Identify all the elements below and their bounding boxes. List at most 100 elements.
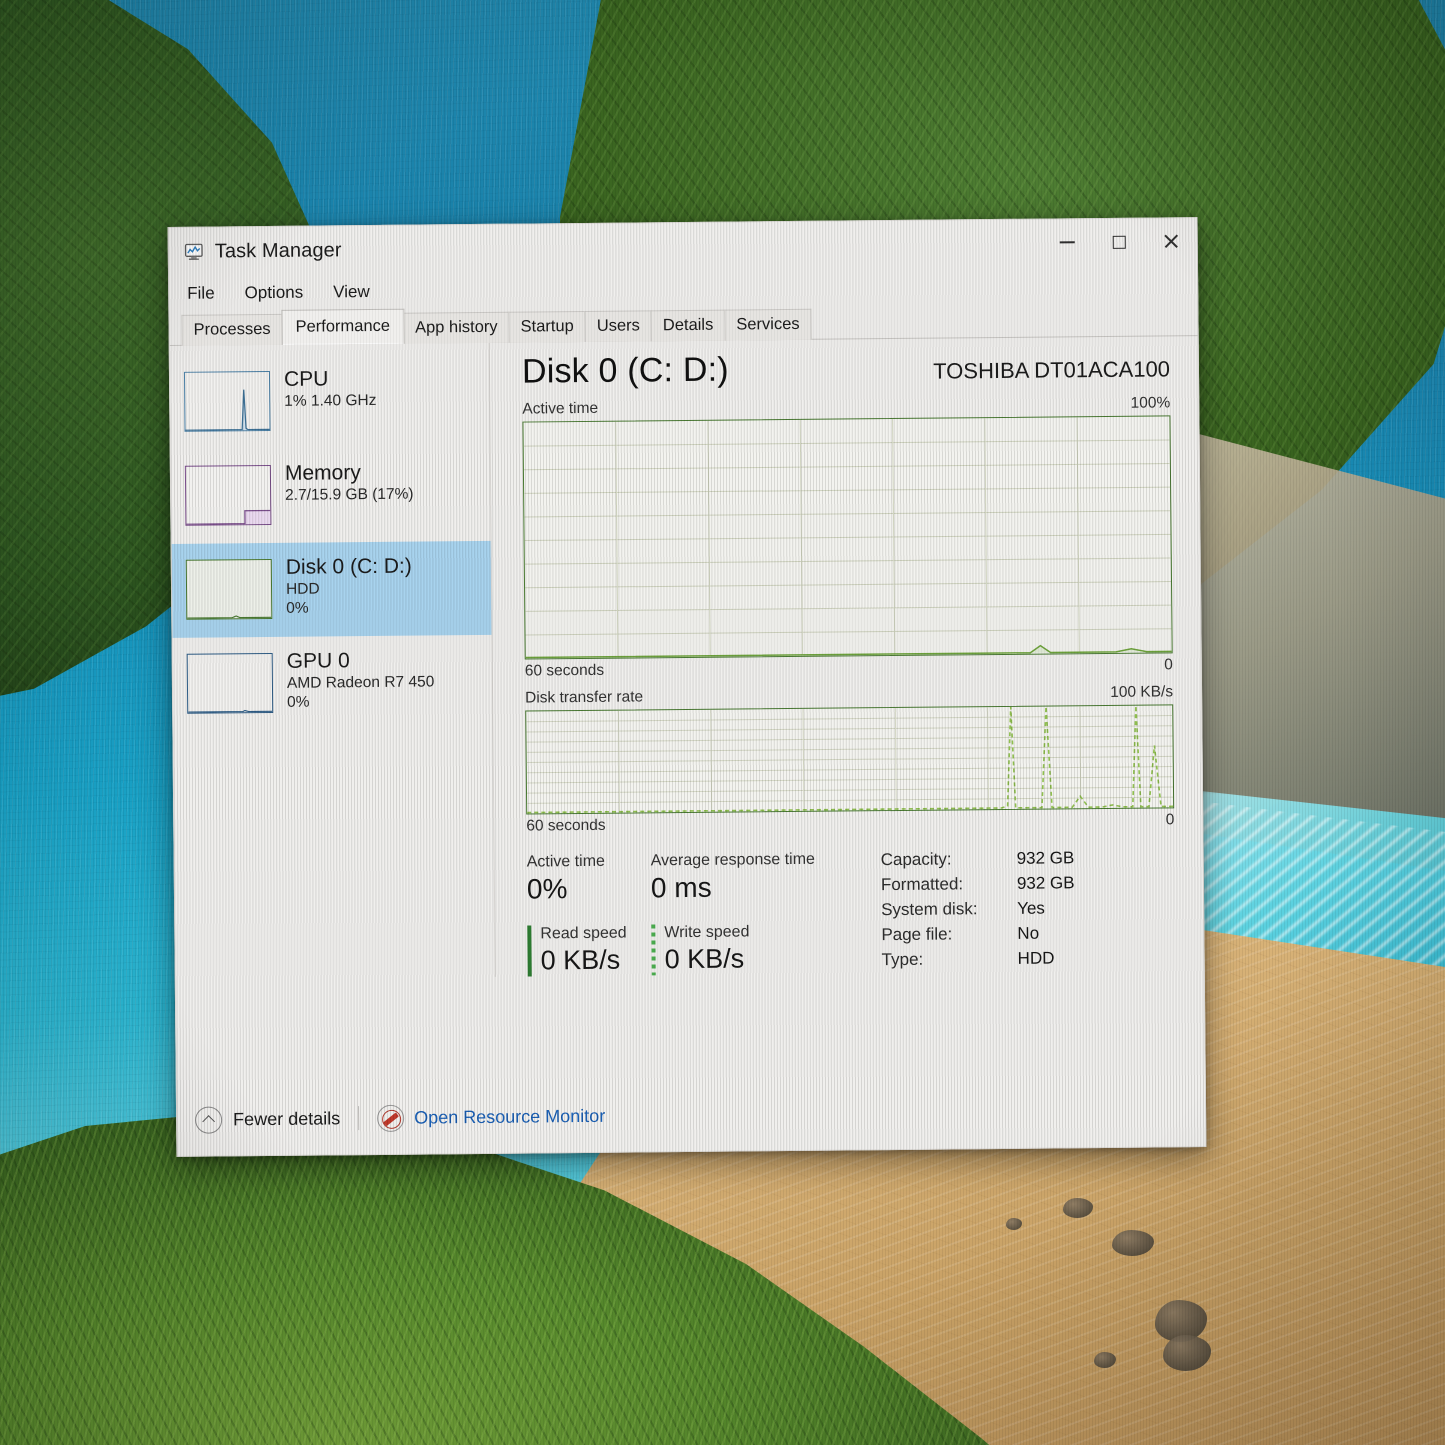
sidebar-item-gpu-0[interactable]: GPU 0 AMD Radeon R7 450 0% bbox=[173, 635, 494, 732]
transfer-rate-chart bbox=[525, 704, 1175, 815]
stat-response-time: Average response time 0 ms Write speed 0… bbox=[650, 850, 854, 976]
stat-response-time-label: Average response time bbox=[650, 850, 815, 870]
chevron-up-icon bbox=[195, 1105, 223, 1134]
read-speed-text: Read speed 0 KB/s bbox=[540, 925, 627, 977]
window-title: Task Manager bbox=[214, 238, 342, 263]
cpu-text-block: CPU 1% 1.40 GHz bbox=[284, 364, 377, 411]
window-footer: Fewer details Open Resource Monitor bbox=[176, 1074, 1206, 1156]
gpu-subtitle: AMD Radeon R7 450 bbox=[286, 673, 435, 692]
fewer-details-button[interactable]: Fewer details bbox=[195, 1105, 340, 1134]
prop-system-disk-key: System disk: bbox=[881, 899, 978, 920]
read-speed-item: Read speed 0 KB/s bbox=[527, 925, 627, 977]
read-speed-row: Read speed 0 KB/s bbox=[527, 925, 651, 977]
prop-system-disk-value: Yes bbox=[1017, 898, 1045, 918]
active-time-max: 100% bbox=[1130, 394, 1171, 412]
prop-capacity-key: Capacity: bbox=[880, 849, 952, 870]
performance-body: CPU 1% 1.40 GHz Memory 2.7/15.9 GB (17%)… bbox=[169, 336, 1204, 980]
write-speed-label: Write speed bbox=[664, 923, 750, 942]
stat-active-time-value: 0% bbox=[526, 873, 568, 905]
prop-formatted-key: Formatted: bbox=[880, 874, 964, 895]
disk-model-label: TOSHIBA DT01ACA100 bbox=[933, 356, 1171, 384]
active-time-chart bbox=[522, 415, 1173, 660]
transfer-rate-footer: 60 seconds 0 bbox=[526, 811, 1174, 835]
gpu-text-block: GPU 0 AMD Radeon R7 450 0% bbox=[287, 645, 435, 712]
disk-text-block: Disk 0 (C: D:) HDD 0% bbox=[286, 552, 413, 619]
write-speed-item: Write speed 0 KB/s bbox=[651, 924, 750, 976]
transfer-rate-max: 100 KB/s bbox=[1110, 683, 1174, 701]
active-time-footer: 60 seconds 0 bbox=[525, 656, 1173, 680]
footer-divider bbox=[358, 1106, 360, 1131]
write-speed-legend-bar bbox=[651, 924, 656, 976]
cpu-subtitle: 1% 1.40 GHz bbox=[284, 391, 377, 410]
minimize-button[interactable] bbox=[1041, 219, 1093, 265]
prop-page-file-key: Page file: bbox=[881, 924, 953, 945]
stat-active-time-label: Active time bbox=[526, 852, 606, 871]
transfer-rate-min: 0 bbox=[1165, 811, 1175, 829]
open-resource-monitor-label: Open Resource Monitor bbox=[414, 1105, 606, 1128]
memory-thumbnail-graph bbox=[184, 464, 272, 526]
gpu-usage: 0% bbox=[287, 693, 310, 711]
memory-text-block: Memory 2.7/15.9 GB (17%) bbox=[285, 458, 414, 506]
prop-type-value: HDD bbox=[1017, 948, 1055, 968]
tab-services[interactable]: Services bbox=[724, 308, 812, 341]
gpu-title: GPU 0 bbox=[286, 649, 350, 673]
write-speed-text: Write speed 0 KB/s bbox=[664, 924, 750, 976]
disk-thumbnail-graph bbox=[185, 558, 273, 620]
menu-view[interactable]: View bbox=[329, 280, 374, 304]
stat-active-time: Active time 0% Read speed 0 KB/s bbox=[526, 852, 652, 977]
disk-subtitle: HDD bbox=[285, 580, 320, 598]
tab-users[interactable]: Users bbox=[584, 310, 653, 342]
page-title: Disk 0 (C: D:) bbox=[521, 350, 729, 391]
tab-startup[interactable]: Startup bbox=[508, 310, 586, 343]
prop-formatted-value: 932 GB bbox=[1016, 873, 1075, 893]
disk-stats: Active time 0% Read speed 0 KB/s Average… bbox=[526, 847, 1176, 977]
read-speed-value: 0 KB/s bbox=[540, 944, 621, 976]
cpu-title: CPU bbox=[283, 367, 329, 391]
tab-details[interactable]: Details bbox=[650, 309, 726, 342]
maximize-button[interactable] bbox=[1093, 219, 1145, 265]
disk-title: Disk 0 (C: D:) bbox=[285, 554, 412, 579]
active-time-label: Active time bbox=[522, 399, 599, 418]
stat-response-time-value: 0 ms bbox=[650, 871, 712, 904]
read-speed-label: Read speed bbox=[540, 924, 627, 943]
desktop-background: Task Manager File Options View Processes bbox=[0, 0, 1445, 1445]
prop-capacity-value: 932 GB bbox=[1016, 848, 1075, 868]
close-button[interactable] bbox=[1145, 218, 1197, 264]
resource-sidebar: CPU 1% 1.40 GHz Memory 2.7/15.9 GB (17%)… bbox=[169, 342, 496, 980]
disk-detail-panel: Disk 0 (C: D:) TOSHIBA DT01ACA100 Active… bbox=[490, 336, 1204, 977]
disk-usage: 0% bbox=[286, 599, 309, 617]
menu-options[interactable]: Options bbox=[240, 281, 307, 306]
title-bar: Task Manager bbox=[168, 218, 1197, 276]
tab-app-history[interactable]: App history bbox=[402, 311, 510, 344]
prop-page-file-value: No bbox=[1017, 923, 1040, 943]
sidebar-item-memory[interactable]: Memory 2.7/15.9 GB (17%) bbox=[171, 447, 492, 544]
active-time-duration: 60 seconds bbox=[524, 661, 605, 680]
disk-properties: Capacity: 932 GB Formatted: 932 GB Syste… bbox=[881, 848, 1076, 973]
memory-subtitle: 2.7/15.9 GB (17%) bbox=[285, 485, 414, 504]
sidebar-item-cpu[interactable]: CPU 1% 1.40 GHz bbox=[170, 353, 491, 450]
maximize-icon bbox=[1112, 235, 1126, 249]
open-resource-monitor-link[interactable]: Open Resource Monitor bbox=[377, 1102, 606, 1132]
prop-type-key: Type: bbox=[881, 949, 924, 970]
close-icon bbox=[1163, 233, 1179, 249]
sidebar-item-disk-0[interactable]: Disk 0 (C: D:) HDD 0% bbox=[171, 540, 493, 638]
cpu-thumbnail-graph bbox=[183, 370, 271, 432]
task-manager-icon bbox=[184, 243, 203, 261]
transfer-rate-duration: 60 seconds bbox=[526, 816, 606, 835]
active-time-caption: Active time 100% bbox=[522, 394, 1170, 418]
transfer-rate-caption: Disk transfer rate 100 KB/s bbox=[525, 683, 1173, 707]
memory-title: Memory bbox=[284, 461, 361, 485]
menu-file[interactable]: File bbox=[183, 281, 219, 305]
resource-monitor-icon bbox=[377, 1104, 405, 1132]
tab-performance[interactable]: Performance bbox=[281, 308, 405, 345]
transfer-rate-label: Disk transfer rate bbox=[525, 688, 644, 707]
minimize-icon bbox=[1059, 241, 1075, 244]
tab-processes[interactable]: Processes bbox=[181, 313, 283, 346]
active-time-min: 0 bbox=[1164, 656, 1173, 674]
window-controls bbox=[1041, 218, 1197, 267]
write-speed-row: Write speed 0 KB/s bbox=[651, 923, 853, 976]
write-speed-value: 0 KB/s bbox=[664, 943, 745, 975]
task-manager-window: Task Manager File Options View Processes bbox=[167, 217, 1207, 1157]
panel-header: Disk 0 (C: D:) TOSHIBA DT01ACA100 bbox=[522, 346, 1170, 391]
read-speed-legend-bar bbox=[527, 925, 532, 977]
